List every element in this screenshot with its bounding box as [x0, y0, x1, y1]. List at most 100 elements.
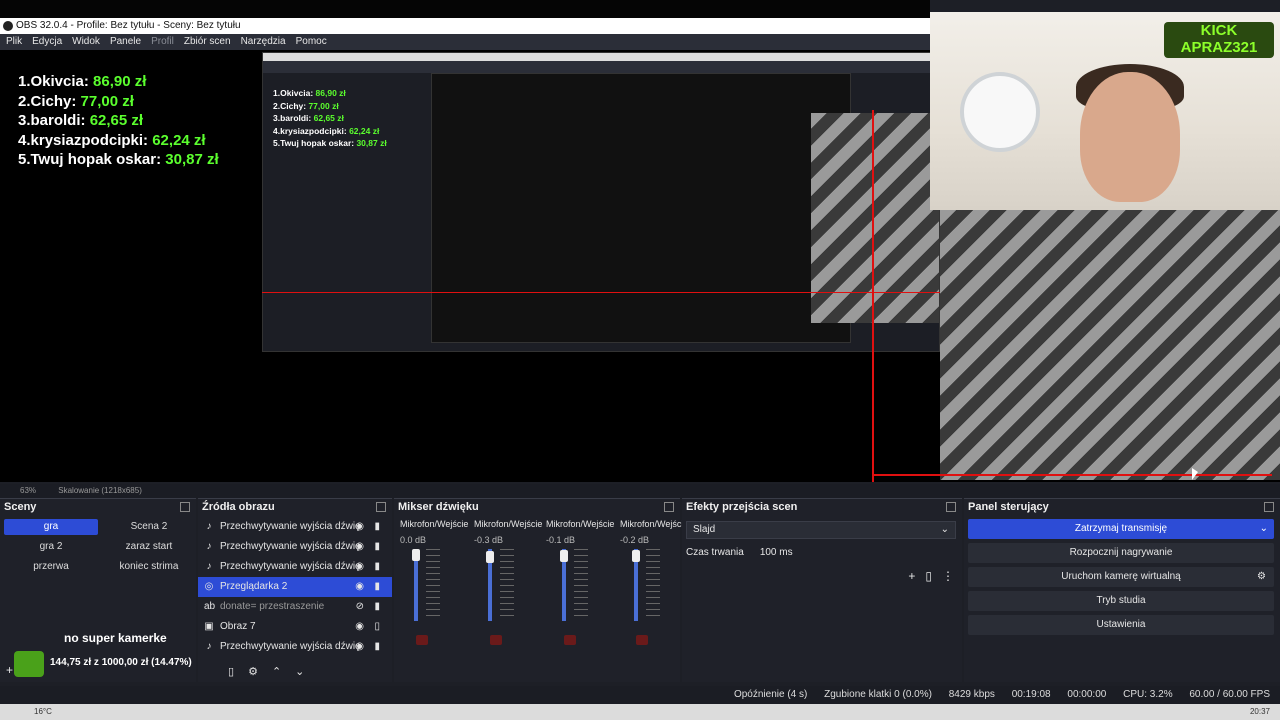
scene-przerwa[interactable]: przerwa [4, 559, 98, 575]
preview-toolbar: 63% Skalowanie (1218x685) [0, 484, 1280, 498]
menu-profile[interactable]: Profil [151, 34, 174, 50]
popout-icon[interactable] [180, 502, 190, 512]
leaderboard: 1.Okivcia: 86,90 zł 2.Cichy: 77,00 zł 3.… [18, 72, 219, 170]
zoom-level[interactable]: 63% [20, 486, 36, 495]
eye-icon[interactable]: ◉ [355, 637, 364, 657]
menu-file[interactable]: Plik [6, 34, 22, 50]
volume-fader[interactable] [486, 549, 494, 621]
scene-zaraz-start[interactable]: zaraz start [102, 539, 196, 555]
trash-icon[interactable]: ▯ [925, 569, 932, 583]
stream-time: 00:19:08 [1011, 689, 1051, 700]
more-icon[interactable]: ⋮ [942, 569, 954, 583]
menu-tools[interactable]: Narzędzia [241, 34, 286, 50]
lock-icon[interactable]: ▮ [374, 597, 380, 617]
scale-label: Skalowanie (1218x685) [58, 486, 142, 495]
popout-icon[interactable] [664, 502, 674, 512]
level-meter [500, 549, 514, 621]
stop-streaming-button[interactable]: Zatrzymaj transmisję ⌄ [968, 519, 1274, 539]
settings-button[interactable]: Ustawienia [968, 615, 1274, 635]
eye-hidden-icon[interactable]: ⊘ [356, 597, 364, 617]
eye-icon[interactable]: ◉ [355, 517, 364, 537]
eye-icon[interactable]: ◉ [355, 577, 364, 597]
leaderboard-row: 4.krysiazpodcipki: 62,24 zł [18, 131, 206, 149]
dock-title: Sceny [4, 501, 37, 513]
fan-image [960, 72, 1040, 152]
duration-input[interactable]: 100 ms [760, 547, 793, 558]
duration-label: Czas trwania [686, 547, 744, 558]
scene-gra[interactable]: gra [4, 519, 98, 535]
volume-fader[interactable] [560, 549, 568, 621]
text-icon: ab [204, 601, 216, 612]
trash-icon[interactable]: ▯ [228, 665, 234, 678]
mute-icon[interactable] [490, 635, 502, 645]
delay-status: Opóźnienie (4 s) [733, 689, 808, 700]
gear-icon[interactable]: ⚙ [1257, 567, 1266, 587]
scene-transitions-dock: Efekty przejścia scen Slajd ⌄ Czas trwani… [682, 498, 962, 682]
cpu-status: CPU: 3.2% [1123, 689, 1173, 700]
speaker-icon: ♪ [206, 641, 212, 652]
top-strip [0, 0, 930, 18]
source-item[interactable]: ♪ Przechwytywanie wyjścia dźwię ◉ ▮ [198, 637, 392, 657]
mixer-channel: Mikrofon/Wejście li -0.1 dB [546, 519, 616, 545]
add-icon[interactable]: + [908, 569, 915, 583]
source-item[interactable]: ♪ Przechwytywanie wyjścia dźwię ◉ ▮ [198, 557, 392, 577]
source-item[interactable]: ♪ Przechwytywanie wyjścia dźwię ◉ ▮ [198, 517, 392, 537]
mute-icon[interactable] [636, 635, 648, 645]
menu-view[interactable]: Widok [72, 34, 100, 50]
mute-icon[interactable] [564, 635, 576, 645]
mixer-channel: Mikrofon/Wejście li 0.0 dB [400, 519, 470, 545]
fps-status: 60.00 / 60.00 FPS [1189, 689, 1270, 700]
menu-docks[interactable]: Panele [110, 34, 141, 50]
obs-logo-icon [3, 21, 13, 31]
gear-icon[interactable]: ⚙ [248, 665, 258, 678]
scene-scena-2[interactable]: Scena 2 [102, 519, 196, 535]
dock-title: Źródła obrazu [202, 501, 275, 513]
controls-dock: Panel sterujący Zatrzymaj transmisję ⌄ Ro… [964, 498, 1280, 682]
dock-title: Efekty przejścia scen [686, 501, 798, 513]
eye-icon[interactable]: ◉ [355, 537, 364, 557]
popout-icon[interactable] [946, 502, 956, 512]
menu-help[interactable]: Pomoc [296, 34, 327, 50]
popout-icon[interactable] [376, 502, 386, 512]
os-taskbar: 16°C 20:37 [0, 704, 1280, 720]
source-item[interactable]: ab donate= przestraszenie ⊘ ▮ [198, 597, 392, 617]
chevron-down-icon[interactable]: ⌄ [295, 665, 304, 678]
audio-mixer-dock: Mikser dźwięku Mikrofon/Wejście li 0.0 d… [394, 498, 688, 682]
transition-select[interactable]: Slajd ⌄ [686, 521, 956, 539]
kick-badge-icon [14, 651, 44, 677]
no-super-kamerke-label: no super kamerke [64, 631, 167, 645]
lock-icon[interactable]: ▮ [374, 517, 380, 537]
chevron-down-icon: ⌄ [940, 524, 949, 535]
leaderboard-row: 3.baroldi: 62,65 zł [18, 112, 144, 129]
image-icon: ▣ [204, 621, 214, 632]
add-scene-icon[interactable]: + [6, 663, 13, 677]
source-item[interactable]: ▣ Obraz 7 ◉ ▯ [198, 617, 392, 637]
dropped-frames-status: Zgubione klatki 0 (0.0%) [824, 689, 932, 700]
source-item[interactable]: ♪ Przechwytywanie wyjścia dźwię ◉ ▮ [198, 537, 392, 557]
volume-fader[interactable] [632, 549, 640, 621]
eye-icon[interactable]: ◉ [355, 617, 364, 637]
lock-icon[interactable]: ▯ [374, 617, 380, 637]
lock-icon[interactable]: ▮ [374, 537, 380, 557]
menu-bar: Plik Edycja Widok Panele Profil Zbiór sc… [0, 34, 930, 50]
scene-gra-2[interactable]: gra 2 [4, 539, 98, 555]
chevron-up-icon[interactable]: ⌃ [272, 665, 281, 678]
mute-icon[interactable] [416, 635, 428, 645]
lock-icon[interactable]: ▮ [374, 637, 380, 657]
eye-icon[interactable]: ◉ [355, 557, 364, 577]
clock[interactable]: 20:37 [1250, 704, 1270, 720]
scene-koniec-strima[interactable]: koniec strima [102, 559, 196, 575]
weather-widget[interactable]: 16°C [34, 707, 52, 716]
menu-scene-collection[interactable]: Zbiór scen [184, 34, 231, 50]
menu-edit[interactable]: Edycja [32, 34, 62, 50]
start-recording-button[interactable]: Rozpocznij nagrywanie [968, 543, 1274, 563]
streamer-face [1080, 72, 1180, 202]
volume-fader[interactable] [412, 549, 420, 621]
lock-icon[interactable]: ▮ [374, 577, 380, 597]
studio-mode-button[interactable]: Tryb studia [968, 591, 1274, 611]
start-virtual-camera-button[interactable]: Uruchom kamerę wirtualną ⚙ [968, 567, 1274, 587]
speaker-icon: ♪ [206, 541, 212, 552]
source-item-selected[interactable]: ◎ Przeglądarka 2 ◉ ▮ [198, 577, 392, 597]
popout-icon[interactable] [1264, 502, 1274, 512]
lock-icon[interactable]: ▮ [374, 557, 380, 577]
